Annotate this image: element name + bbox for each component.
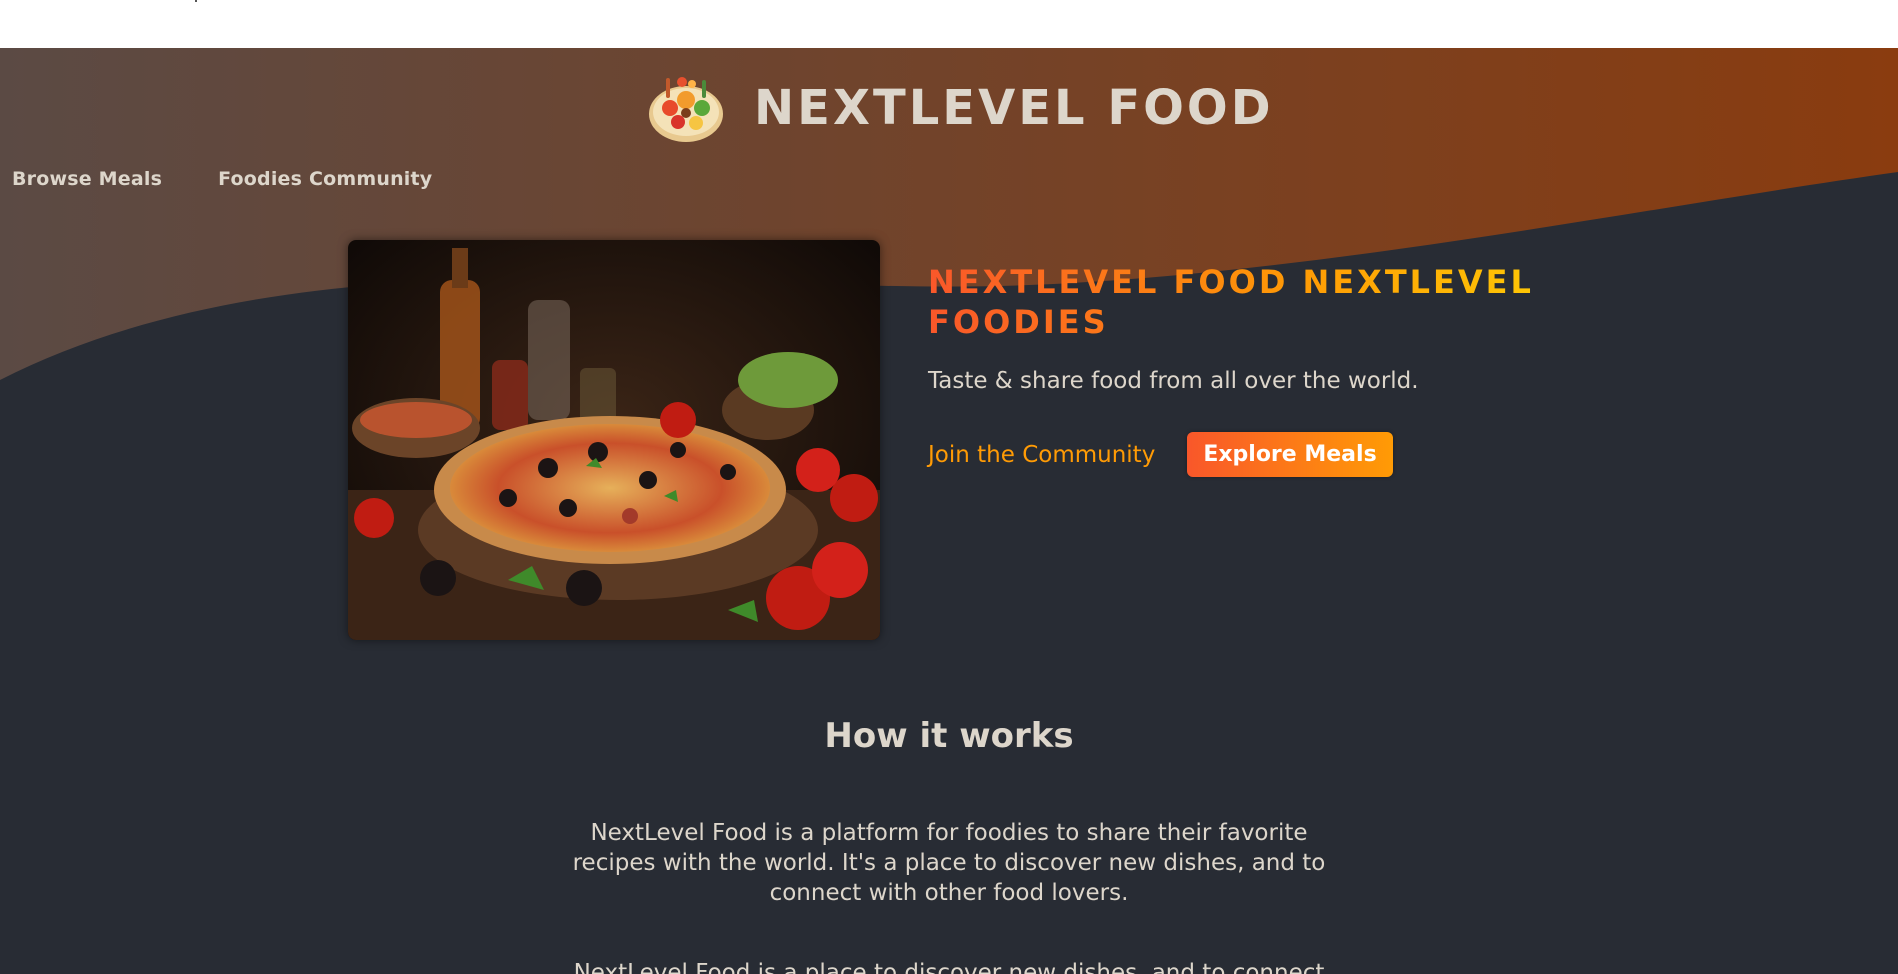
hero-copy: NEXTLEVEL FOOD NEXTLEVEL FOODIES Taste &… [928,262,1548,477]
stray-dot [195,0,197,2]
hero-title: NEXTLEVEL FOOD NEXTLEVEL FOODIES [928,262,1548,342]
how-it-works-heading: How it works [824,716,1074,756]
browser-top-strip [0,0,1898,48]
hero-cta: Join the Community Explore Meals [928,432,1548,477]
hero-image-slideshow [348,240,880,640]
brand-home-link[interactable]: NEXTLEVEL FOOD [646,68,1274,148]
main-nav: Browse Meals Foodies Community [12,168,432,190]
join-community-link[interactable]: Join the Community [928,442,1155,468]
explore-meals-button[interactable]: Explore Meals [1187,432,1393,477]
how-it-works-section: How it works NextLevel Food is a platfor… [0,716,1898,974]
how-it-works-paragraph: NextLevel Food is a place to discover ne… [573,960,1325,974]
nav-foodies-community[interactable]: Foodies Community [218,168,432,190]
how-it-works-paragraph: NextLevel Food is a platform for foodies… [572,820,1326,906]
brand-name: NEXTLEVEL FOOD [754,80,1274,136]
food-plate-logo-icon [646,68,726,148]
nav-browse-meals[interactable]: Browse Meals [12,168,162,190]
main-header: NEXTLEVEL FOOD [0,48,1898,158]
hero-subtitle: Taste & share food from all over the wor… [928,368,1419,394]
pizza-image [348,240,880,640]
